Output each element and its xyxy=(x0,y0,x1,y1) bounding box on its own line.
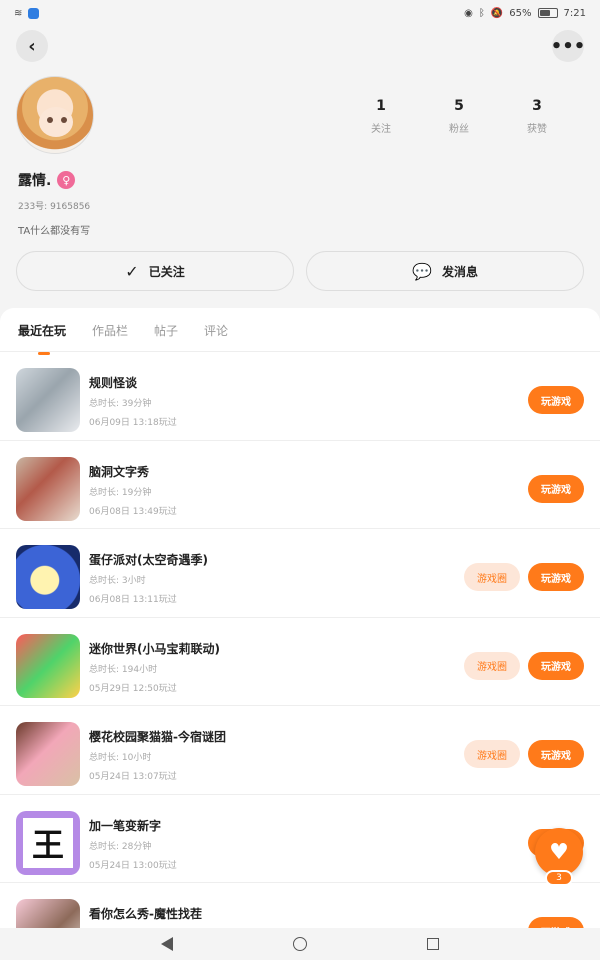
heart-icon: ♥ xyxy=(549,839,569,865)
followed-label: 已关注 xyxy=(148,264,185,279)
play-game-button[interactable]: 玩游戏 xyxy=(528,474,584,503)
battery-icon xyxy=(537,8,558,18)
nav-recent-apps-icon[interactable] xyxy=(427,938,439,950)
nickname: 露情. xyxy=(18,173,52,189)
action-row: ✓ 已关注 💬 发消息 xyxy=(16,251,584,291)
list-item[interactable]: 规则怪谈 总时长: 39分钟 06月09日 13:18玩过 玩游戏 xyxy=(0,352,600,441)
chevron-left-icon: ‹ xyxy=(28,35,36,57)
game-last-played: 05月29日 12:50玩过 xyxy=(89,683,177,694)
tab-works[interactable]: 作品栏 xyxy=(92,322,128,339)
game-thumbnail[interactable] xyxy=(16,545,80,609)
list-item[interactable]: 蛋仔派对(太空奇遇季) 总时长: 3小时 06月08日 13:11玩过 游戏圈 … xyxy=(0,529,600,618)
more-dots-icon: ••• xyxy=(550,35,586,57)
game-thumbnail[interactable]: 王 xyxy=(16,810,80,875)
chat-icon: 💬 xyxy=(412,261,432,281)
game-title: 规则怪谈 xyxy=(89,376,138,390)
game-thumbnail[interactable] xyxy=(16,633,80,698)
play-game-button[interactable]: 玩游戏 xyxy=(528,740,584,768)
stat-number: 3 xyxy=(532,98,542,114)
user-id: 233号: 9165856 xyxy=(18,202,91,212)
game-last-played: 06月08日 13:11玩过 xyxy=(89,595,177,605)
send-message-button[interactable]: 💬 发消息 xyxy=(306,251,584,291)
play-game-button[interactable]: 玩游戏 xyxy=(528,651,584,680)
game-circle-button[interactable]: 游戏圈 xyxy=(464,740,520,768)
game-title: 蛋仔派对(太空奇遇季) xyxy=(89,553,208,567)
followed-button[interactable]: ✓ 已关注 xyxy=(16,251,294,291)
game-title: 脑洞文字秀 xyxy=(89,464,150,479)
game-title: 樱花校园聚猫猫-今宿谜团 xyxy=(89,730,226,744)
list-item[interactable]: 脑洞文字秀 总时长: 19分钟 06月08日 13:49玩过 玩游戏 xyxy=(0,441,600,529)
message-label: 发消息 xyxy=(441,264,478,279)
stat-number: 5 xyxy=(454,98,464,114)
game-title: 看你怎么秀-魔性找茬 xyxy=(89,907,202,921)
stat-likes[interactable]: 3 获赞 xyxy=(502,98,572,135)
nav-back-icon[interactable] xyxy=(161,937,173,951)
game-duration: 总时长: 3小时 xyxy=(89,576,146,586)
game-last-played: 06月09日 13:18玩过 xyxy=(89,418,177,428)
game-circle-button[interactable]: 游戏圈 xyxy=(464,651,520,680)
more-button[interactable]: ••• xyxy=(550,30,586,62)
mute-icon: 🔕 xyxy=(490,7,504,19)
game-duration: 总时长: 28分钟 xyxy=(89,841,152,852)
game-title: 迷你世界(小马宝莉联动) xyxy=(89,641,220,656)
game-circle-button[interactable]: 游戏圈 xyxy=(464,563,520,591)
game-list: 规则怪谈 总时长: 39分钟 06月09日 13:18玩过 玩游戏 脑洞文字秀 … xyxy=(0,352,600,960)
stat-followers[interactable]: 5 粉丝 xyxy=(424,98,494,135)
tab-posts[interactable]: 帖子 xyxy=(154,322,178,339)
profile-stats: 1 关注 5 粉丝 3 获赞 xyxy=(346,98,572,135)
back-button[interactable]: ‹ xyxy=(16,30,48,62)
stat-label: 关注 xyxy=(371,124,391,135)
thumbnail-character: 王 xyxy=(23,817,73,868)
list-item[interactable]: 迷你世界(小马宝莉联动) 总时长: 194小时 05月29日 12:50玩过 游… xyxy=(0,618,600,706)
game-thumbnail[interactable] xyxy=(16,722,80,786)
tab-recent-play[interactable]: 最近在玩 xyxy=(18,322,66,355)
game-duration: 总时长: 194小时 xyxy=(89,664,158,675)
game-last-played: 05月24日 13:00玩过 xyxy=(89,860,177,871)
eye-icon: ◉ xyxy=(464,7,473,19)
play-game-button[interactable]: 玩游戏 xyxy=(528,563,584,591)
check-icon: ✓ xyxy=(125,261,139,281)
clock: 7:21 xyxy=(563,7,586,19)
tab-bar: 最近在玩 作品栏 帖子 评论 xyxy=(18,322,228,355)
stat-following[interactable]: 1 关注 xyxy=(346,98,416,135)
tab-comments[interactable]: 评论 xyxy=(204,322,228,339)
list-item[interactable]: 樱花校园聚猫猫-今宿谜团 总时长: 10小时 05月24日 13:07玩过 游戏… xyxy=(0,706,600,795)
female-gender-icon: ♀ xyxy=(57,171,76,189)
game-thumbnail[interactable] xyxy=(16,368,80,432)
wifi-icon: ≋ xyxy=(14,7,23,19)
like-float-button[interactable]: ♥ xyxy=(535,828,583,876)
app-notification-icon xyxy=(28,7,40,19)
bio: TA什么都没有写 xyxy=(18,226,91,237)
content-card: 最近在玩 作品栏 帖子 评论 规则怪谈 总时长: 39分钟 06月09日 13:… xyxy=(0,308,600,960)
nav-home-icon[interactable] xyxy=(293,937,307,951)
avatar[interactable] xyxy=(16,76,94,154)
game-duration: 总时长: 10小时 xyxy=(89,753,152,763)
nickname-row: 露情. ♀ xyxy=(18,170,76,190)
stat-label: 获赞 xyxy=(527,124,547,135)
like-count-badge: 3 xyxy=(545,870,573,886)
stat-number: 1 xyxy=(376,98,386,114)
game-last-played: 06月08日 13:49玩过 xyxy=(89,506,177,517)
stat-label: 粉丝 xyxy=(449,124,469,135)
battery-percent: 65% xyxy=(509,7,532,19)
top-bar: ‹ ••• xyxy=(0,30,600,64)
status-bar: ≋ ◉ ᛒ 🔕 65% 7:21 xyxy=(0,0,600,26)
game-last-played: 05月24日 13:07玩过 xyxy=(89,772,177,782)
game-duration: 总时长: 19分钟 xyxy=(89,487,152,498)
game-duration: 总时长: 39分钟 xyxy=(89,399,152,409)
bluetooth-icon: ᛒ xyxy=(478,7,485,19)
list-item[interactable]: 王 加一笔变新字 总时长: 28分钟 05月24日 13:00玩过 玩游戏 xyxy=(0,795,600,883)
play-game-button[interactable]: 玩游戏 xyxy=(528,386,584,414)
system-nav-bar xyxy=(0,928,600,960)
game-title: 加一笔变新字 xyxy=(89,818,162,833)
game-thumbnail[interactable] xyxy=(16,456,80,521)
